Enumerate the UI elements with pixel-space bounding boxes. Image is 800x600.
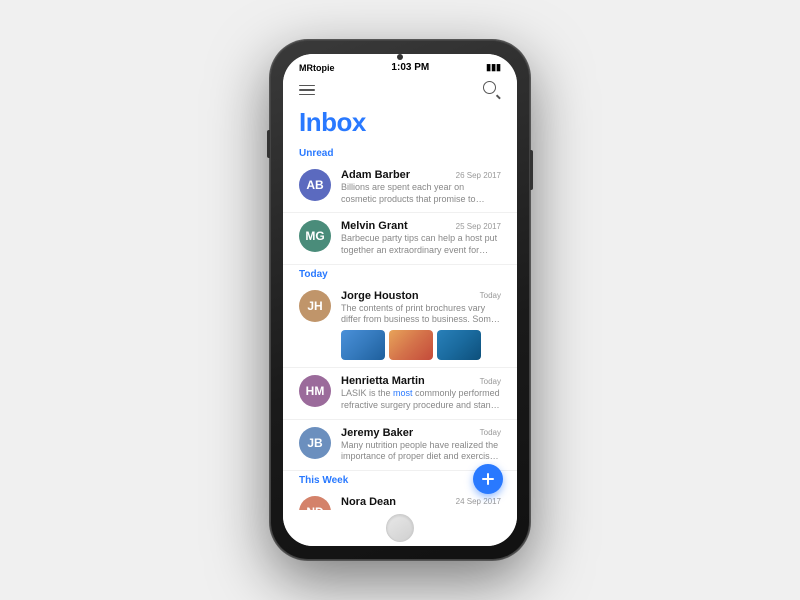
message-header: Henrietta Martin Today: [341, 375, 501, 387]
message-item[interactable]: AB Adam Barber 26 Sep 2017 Billions are …: [283, 162, 517, 213]
camera-dot: [397, 54, 403, 60]
menu-line-3: [299, 94, 315, 96]
message-preview: LASIK is the most commonly performed ref…: [341, 388, 501, 411]
message-date: Today: [480, 428, 501, 437]
avatar: JB: [299, 427, 331, 459]
thumb-image: [341, 330, 385, 360]
inbox-list[interactable]: Unread AB Adam Barber 26 Sep 2017 Billio…: [283, 144, 517, 510]
battery-indicator: ▮▮▮: [486, 62, 501, 73]
sender-name: Nora Dean: [341, 496, 396, 508]
message-preview: Barbecue party tips can help a host put …: [341, 233, 501, 256]
nav-bar: [283, 77, 517, 105]
avatar: MG: [299, 220, 331, 252]
carrier-text: MRtopie: [299, 63, 335, 73]
message-content: Nora Dean 24 Sep 2017 Millions of young …: [341, 496, 501, 510]
section-label-unread: Unread: [283, 144, 517, 162]
message-header: Nora Dean 24 Sep 2017: [341, 496, 501, 508]
thumb-image: [437, 330, 481, 360]
message-preview: The contents of print brochures vary dif…: [341, 303, 501, 326]
avatar: HM: [299, 375, 331, 407]
message-item[interactable]: HM Henrietta Martin Today LASIK is the m…: [283, 368, 517, 419]
home-button[interactable]: [386, 514, 414, 542]
message-header: Adam Barber 26 Sep 2017: [341, 169, 501, 181]
message-content: Adam Barber 26 Sep 2017 Billions are spe…: [341, 169, 501, 205]
menu-line-2: [299, 89, 315, 91]
avatar: ND: [299, 496, 331, 510]
phone-screen: MRtopie 1:03 PM ▮▮▮ Inbox Unread: [283, 54, 517, 546]
message-content: Henrietta Martin Today LASIK is the most…: [341, 375, 501, 411]
phone-frame: MRtopie 1:03 PM ▮▮▮ Inbox Unread: [270, 40, 530, 560]
message-preview: Billions are spent each year on cosmetic…: [341, 182, 501, 205]
message-content: Jorge Houston Today The contents of prin…: [341, 290, 501, 360]
page-title: Inbox: [299, 107, 501, 138]
message-item[interactable]: JB Jeremy Baker Today Many nutrition peo…: [283, 420, 517, 471]
sender-name: Jeremy Baker: [341, 427, 413, 439]
message-header: Jeremy Baker Today: [341, 427, 501, 439]
inbox-title-area: Inbox: [283, 105, 517, 144]
menu-line-1: [299, 85, 315, 87]
message-date: 24 Sep 2017: [456, 497, 501, 506]
compose-fab-button[interactable]: [473, 464, 503, 494]
time-display: 1:03 PM: [391, 62, 429, 73]
image-thumbnails: [341, 330, 501, 360]
message-content: Melvin Grant 25 Sep 2017 Barbecue party …: [341, 220, 501, 256]
thumb-image: [389, 330, 433, 360]
avatar: AB: [299, 169, 331, 201]
section-label-today: Today: [283, 265, 517, 283]
message-item[interactable]: MG Melvin Grant 25 Sep 2017 Barbecue par…: [283, 213, 517, 264]
message-date: 26 Sep 2017: [456, 171, 501, 180]
search-button[interactable]: [483, 81, 501, 99]
thumbnail-2: [389, 330, 433, 360]
message-date: 25 Sep 2017: [456, 222, 501, 231]
message-content: Jeremy Baker Today Many nutrition people…: [341, 427, 501, 463]
message-header: Melvin Grant 25 Sep 2017: [341, 220, 501, 232]
message-preview: Many nutrition people have realized the …: [341, 440, 501, 463]
message-date: Today: [480, 291, 501, 300]
sender-name: Melvin Grant: [341, 220, 408, 232]
home-button-area: [283, 510, 517, 546]
thumbnail-3: [437, 330, 481, 360]
sender-name: Henrietta Martin: [341, 375, 425, 387]
message-date: Today: [480, 377, 501, 386]
highlighted-text: most: [393, 388, 413, 398]
sender-name: Adam Barber: [341, 169, 410, 181]
battery-bars: ▮▮▮: [486, 62, 501, 73]
message-header: Jorge Houston Today: [341, 290, 501, 302]
sender-name: Jorge Houston: [341, 290, 419, 302]
avatar: JH: [299, 290, 331, 322]
menu-button[interactable]: [299, 85, 315, 96]
message-item[interactable]: JH Jorge Houston Today The contents of p…: [283, 283, 517, 368]
thumbnail-1: [341, 330, 385, 360]
